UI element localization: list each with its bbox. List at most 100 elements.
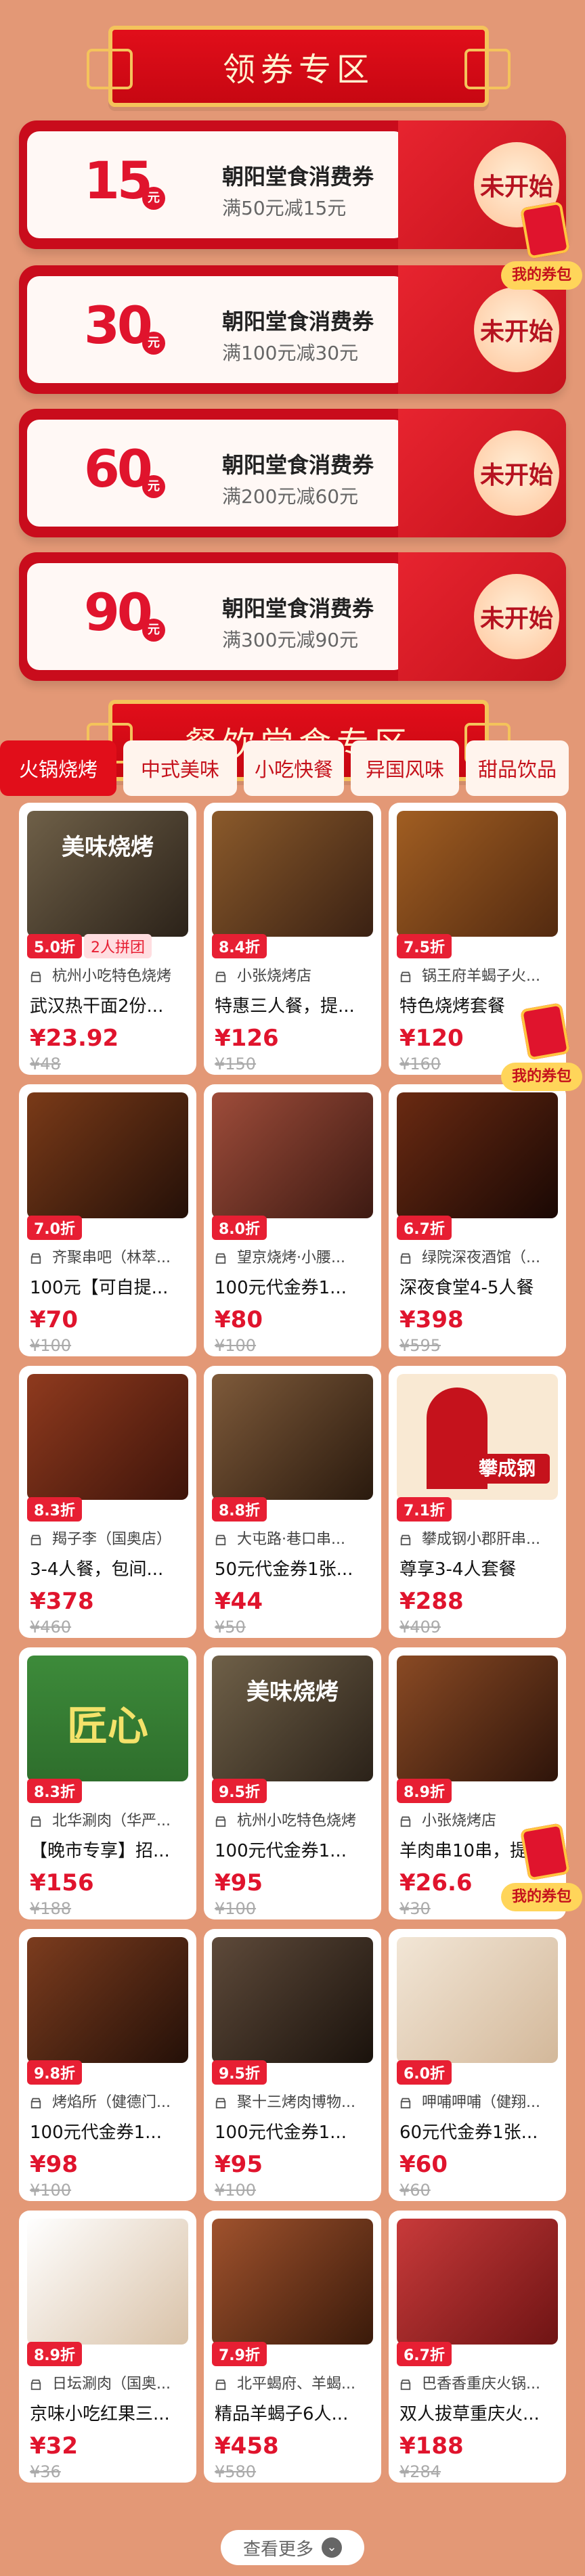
- product-card[interactable]: 攀成钢 7.1折 攀成钢小郡肝串... 尊享3-4人套餐 ¥288 ¥409: [389, 1366, 566, 1638]
- product-card[interactable]: 匠心 8.3折 北华涮肉（华严... 【晚市专享】招... ¥156 ¥188: [19, 1647, 196, 1919]
- product-card[interactable]: 8.8折 大屯路·巷口串... 50元代金券1张... ¥44 ¥50: [204, 1366, 381, 1638]
- original-price: ¥100: [215, 1336, 257, 1355]
- coupon-status-button[interactable]: 未开始: [474, 430, 559, 516]
- view-more-button[interactable]: 查看更多 ⌄: [221, 2530, 364, 2565]
- discount-badge: 8.3折: [27, 1497, 82, 1522]
- tab-dessert[interactable]: 甜品饮品: [466, 740, 569, 796]
- product-image: 美味烧烤: [27, 811, 188, 937]
- product-price: ¥32: [30, 2433, 78, 2460]
- coupon-title: 朝阳堂食消费券: [222, 164, 374, 190]
- coupon-card[interactable]: 60 元 朝阳堂食消费券 满200元减60元 未开始: [19, 409, 566, 537]
- discount-badge: 7.5折: [397, 934, 452, 958]
- product-grid: 美味烧烤 5.0折 2人拼团 杭州小吃特色烧烤 武汉热干面2份... ¥23.9…: [19, 803, 566, 2508]
- tab-chinese[interactable]: 中式美味: [123, 740, 237, 796]
- red-envelope-icon: [519, 1823, 571, 1881]
- product-card[interactable]: 美味烧烤 9.5折 杭州小吃特色烧烤 100元代金券1... ¥95 ¥100: [204, 1647, 381, 1919]
- my-coupon-float[interactable]: 我的券包: [501, 1002, 585, 1113]
- product-title: 特惠三人餐，提...: [215, 996, 355, 1017]
- original-price: ¥100: [30, 2181, 72, 2200]
- discount-badge: 8.0折: [212, 1216, 267, 1240]
- product-title: 尊享3-4人套餐: [399, 1559, 517, 1580]
- product-card[interactable]: 7.0折 齐聚串吧（林萃... 100元【可自提... ¥70 ¥100: [19, 1084, 196, 1356]
- product-title: 100元代金券1...: [215, 1841, 347, 1861]
- coupon-card[interactable]: 15 元 朝阳堂食消费券 满50元减15元 未开始: [19, 120, 566, 249]
- product-image: [212, 1937, 373, 2063]
- original-price: ¥100: [215, 1899, 257, 1918]
- coupon-condition: 满300元减90元: [222, 629, 359, 651]
- product-image: [27, 1937, 188, 2063]
- product-image: [212, 811, 373, 937]
- shop-name-text: 大屯路·巷口串...: [237, 1531, 345, 1548]
- shop-name-text: 望京烧烤·小腰...: [237, 1249, 345, 1266]
- shop-name: 大屯路·巷口串...: [215, 1527, 374, 1549]
- shop-name-text: 小张烧烤店: [237, 968, 312, 985]
- product-card[interactable]: 8.4折 小张烧烤店 特惠三人餐，提... ¥126 ¥150: [204, 803, 381, 1075]
- coupon-card[interactable]: 90 元 朝阳堂食消费券 满300元减90元 未开始: [19, 552, 566, 681]
- product-card[interactable]: 6.0折 呷哺呷哺（健翔... 60元代金券1张... ¥60 ¥60: [389, 1929, 566, 2201]
- shop-name-text: 齐聚串吧（林萃...: [52, 1249, 171, 1266]
- my-coupon-label: 我的券包: [501, 1063, 582, 1091]
- my-coupon-label: 我的券包: [501, 261, 582, 290]
- product-image: 匠心: [27, 1656, 188, 1781]
- coupon-action-area: 未开始: [398, 409, 566, 537]
- coupon-card[interactable]: 30 元 朝阳堂食消费券 满100元减30元 未开始: [19, 265, 566, 394]
- tab-snacks[interactable]: 小吃快餐: [244, 740, 344, 796]
- shop-name: 羯子李（国奥店）: [30, 1527, 190, 1549]
- shop-icon: [215, 2097, 226, 2109]
- product-image: [27, 1092, 188, 1218]
- original-price: ¥30: [399, 1899, 431, 1918]
- tab-foreign[interactable]: 异国风味: [351, 740, 459, 796]
- shop-name: 烤焰所（健德门...: [30, 2090, 190, 2112]
- shop-name: 巴香香重庆火锅...: [399, 2372, 559, 2393]
- shop-name: 日坛涮肉（国奥...: [30, 2372, 190, 2393]
- shop-icon: [215, 1534, 226, 1546]
- product-image: 攀成钢: [397, 1374, 558, 1500]
- original-price: ¥188: [30, 1899, 72, 1918]
- my-coupon-float[interactable]: 我的券包: [501, 200, 585, 311]
- my-coupon-float[interactable]: 我的券包: [501, 1822, 585, 1933]
- product-image: [397, 1937, 558, 2063]
- shop-name: 北华涮肉（华严...: [30, 1808, 190, 1830]
- coupon-zone-banner: 领券专区: [87, 26, 511, 107]
- product-price: ¥95: [215, 2151, 263, 2178]
- product-title: 60元代金券1张...: [399, 2123, 538, 2143]
- product-card[interactable]: 9.5折 聚十三烤肉博物... 100元代金券1... ¥95 ¥100: [204, 1929, 381, 2201]
- product-image-text: 美味烧烤: [246, 1679, 339, 1706]
- coupon-yuan-icon: 元: [142, 619, 165, 642]
- product-card[interactable]: 8.3折 羯子李（国奥店） 3-4人餐，包间... ¥378 ¥460: [19, 1366, 196, 1638]
- original-price: ¥48: [30, 1054, 61, 1073]
- shop-icon: [30, 2379, 41, 2391]
- product-card[interactable]: 6.7折 巴香香重庆火锅... 双人拔草重庆火... ¥188 ¥284: [389, 2211, 566, 2483]
- coupon-yuan-icon: 元: [142, 187, 165, 210]
- original-price: ¥595: [399, 1336, 441, 1355]
- product-title: 50元代金券1张...: [215, 1559, 353, 1580]
- discount-badge: 9.5折: [212, 2060, 267, 2085]
- product-card[interactable]: 6.7折 绿院深夜酒馆（... 深夜食堂4-5人餐 ¥398 ¥595: [389, 1084, 566, 1356]
- product-image: [212, 2219, 373, 2345]
- coupon-status-button[interactable]: 未开始: [474, 574, 559, 659]
- discount-badge: 7.1折: [397, 1497, 452, 1522]
- tab-hotpot-bbq[interactable]: 火锅烧烤: [0, 740, 116, 796]
- product-card[interactable]: 7.9折 北平蝎府、羊蝎... 精品羊蝎子6人... ¥458 ¥580: [204, 2211, 381, 2483]
- product-image: [27, 1374, 188, 1500]
- product-price: ¥458: [215, 2433, 279, 2460]
- discount-badge: 8.3折: [27, 1779, 82, 1803]
- product-title: 精品羊蝎子6人...: [215, 2404, 349, 2424]
- discount-badge: 5.0折: [27, 934, 82, 958]
- discount-badge: 6.7折: [397, 2342, 452, 2366]
- product-title: 100元【可自提...: [30, 1278, 169, 1298]
- product-card[interactable]: 8.0折 望京烧烤·小腰... 100元代金券1... ¥80 ¥100: [204, 1084, 381, 1356]
- shop-name-text: 杭州小吃特色烧烤: [52, 968, 172, 985]
- product-card[interactable]: 8.9折 日坛涮肉（国奥... 京味小吃红果三... ¥32 ¥36: [19, 2211, 196, 2483]
- coupon-yuan-icon: 元: [142, 332, 165, 355]
- product-card[interactable]: 美味烧烤 5.0折 2人拼团 杭州小吃特色烧烤 武汉热干面2份... ¥23.9…: [19, 803, 196, 1075]
- original-price: ¥60: [399, 2181, 431, 2200]
- coupon-amount: 90: [84, 582, 153, 642]
- shop-name-text: 攀成钢小郡肝串...: [422, 1531, 540, 1548]
- shop-name: 杭州小吃特色烧烤: [30, 964, 190, 985]
- product-price: ¥23.92: [30, 1025, 119, 1052]
- product-card[interactable]: 9.8折 烤焰所（健德门... 100元代金券1... ¥98 ¥100: [19, 1929, 196, 2201]
- product-title: 3-4人餐，包间...: [30, 1559, 164, 1580]
- category-tabs: 火锅烧烤 中式美味 小吃快餐 异国风味 甜品饮品: [0, 740, 585, 796]
- product-price: ¥95: [215, 1869, 263, 1896]
